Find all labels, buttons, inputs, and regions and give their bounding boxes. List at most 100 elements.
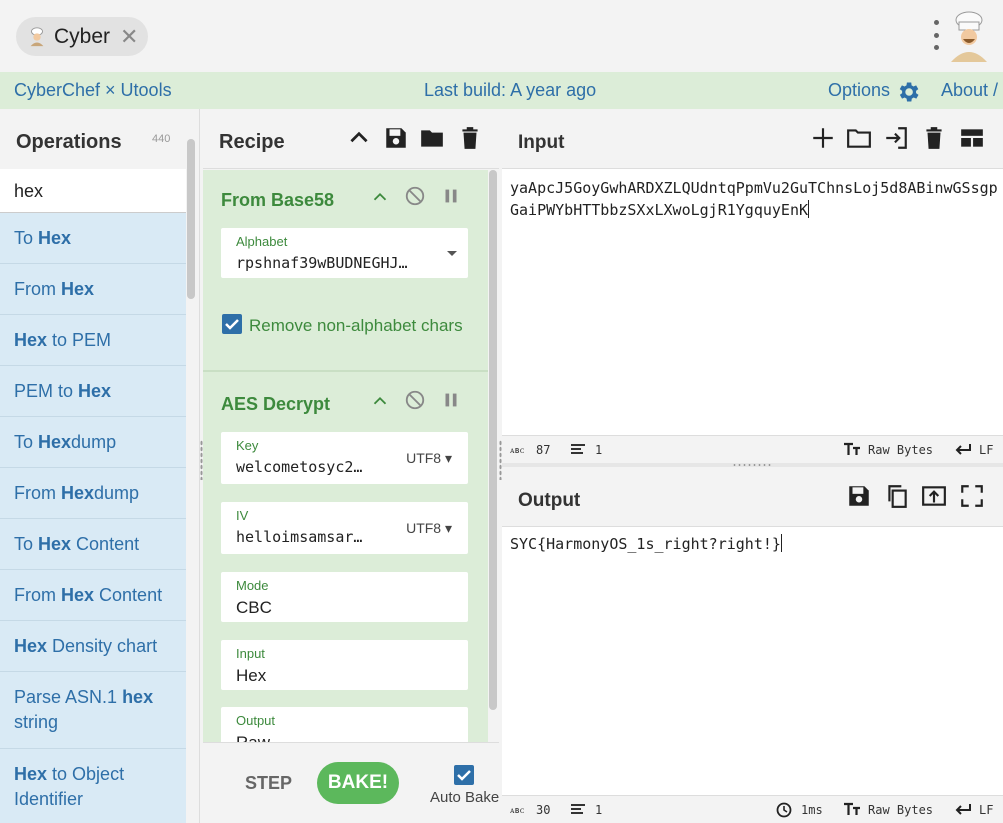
input-format-status[interactable]: Raw Bytes xyxy=(868,443,933,457)
chef-icon xyxy=(30,26,44,46)
operation-item[interactable]: From Hex xyxy=(0,264,186,315)
chevron-up-icon[interactable] xyxy=(369,390,391,412)
eol-icon[interactable] xyxy=(954,802,972,816)
operations-count: 440 xyxy=(152,133,171,145)
window-tab[interactable]: Cyber ✕ xyxy=(16,17,148,56)
output-char-count: 30 xyxy=(536,803,551,817)
operations-scrollbar[interactable] xyxy=(187,139,195,299)
folder-icon[interactable] xyxy=(419,125,445,151)
output-status-bar: ᴀʙᴄ 30 1 1ms Raw Bytes LF xyxy=(502,795,1003,823)
char-count-icon: ᴀʙᴄ xyxy=(510,806,525,816)
chevron-up-icon[interactable] xyxy=(346,125,372,151)
output-format-field[interactable]: Output Raw xyxy=(221,707,468,742)
disable-icon[interactable] xyxy=(404,389,426,411)
operations-panel: Operations 440 hex To Hex From Hex Hex to … xyxy=(0,109,200,823)
recipe-controls: STEP BAKE! Auto Bake xyxy=(203,742,499,823)
output-eol-status[interactable]: LF xyxy=(979,803,993,817)
operations-header: Operations 440 xyxy=(0,109,199,169)
gear-icon[interactable] xyxy=(895,79,921,105)
disable-icon[interactable] xyxy=(404,185,426,207)
alphabet-field[interactable]: Alphabet rpshnaf39wBUDNEGHJ… xyxy=(221,228,468,278)
operation-item-label: From Hexdump xyxy=(14,482,140,503)
maximize-icon[interactable] xyxy=(959,483,985,509)
eol-icon[interactable] xyxy=(954,442,972,456)
cyberchef-app: Cyber ✕ CyberChef × Utools Last build: A… xyxy=(0,0,1003,823)
text-format-icon[interactable] xyxy=(843,802,861,816)
move-to-input-icon[interactable] xyxy=(921,483,947,509)
open-folder-icon[interactable] xyxy=(846,125,872,151)
operation-item[interactable]: To Hex xyxy=(0,213,186,264)
operation-item[interactable]: Hex Density chart xyxy=(0,621,186,672)
operations-search-input[interactable]: hex xyxy=(0,169,186,213)
iv-field[interactable]: IV helloimsamsar… UTF8 ▾ xyxy=(221,502,468,554)
chef-avatar-icon[interactable] xyxy=(945,10,993,62)
open-file-icon[interactable] xyxy=(883,125,909,151)
copy-icon[interactable] xyxy=(884,483,910,509)
operation-item[interactable]: To Hexdump xyxy=(0,417,186,468)
operations-title: Operations xyxy=(16,131,122,153)
input-format-field[interactable]: Input Hex xyxy=(221,640,468,690)
remove-non-alphabet-checkbox[interactable] xyxy=(222,314,242,334)
output-bake-time: 1ms xyxy=(801,803,823,817)
recipe-scrollbar[interactable] xyxy=(488,170,498,742)
output-format-status[interactable]: Raw Bytes xyxy=(868,803,933,817)
operation-item[interactable]: Hex to PEM xyxy=(0,315,186,366)
iv-encoding-value: UTF8 xyxy=(406,520,442,536)
add-icon[interactable] xyxy=(810,125,836,151)
output-format-value[interactable]: Raw xyxy=(236,733,270,742)
operation-item-label: To Hexdump xyxy=(14,431,117,452)
trash-icon[interactable] xyxy=(921,125,947,151)
alphabet-label: Alphabet xyxy=(236,234,288,249)
key-encoding-select[interactable]: UTF8 ▾ xyxy=(406,450,452,467)
recipe-title: Recipe xyxy=(219,131,285,153)
mode-field[interactable]: Mode CBC xyxy=(221,572,468,622)
input-eol-status[interactable]: LF xyxy=(979,443,993,457)
close-icon[interactable]: ✕ xyxy=(120,25,138,48)
recipe-body: From Base58 Alphabet rpshnaf39wBUDNEGHJ…… xyxy=(203,170,489,742)
trash-icon[interactable] xyxy=(457,125,483,151)
operation-item[interactable]: To Hex Content xyxy=(0,519,186,570)
layout-icon[interactable] xyxy=(959,125,985,151)
app-name-link[interactable]: CyberChef × Utools xyxy=(14,80,172,101)
options-link[interactable]: Options xyxy=(828,80,890,101)
pause-icon[interactable] xyxy=(440,185,462,207)
iv-value[interactable]: helloimsamsar… xyxy=(236,528,381,546)
input-title: Input xyxy=(518,132,565,153)
bake-button[interactable]: BAKE! xyxy=(317,762,399,804)
output-textarea[interactable]: SYC{HarmonyOS_1s_right?right!} xyxy=(510,533,1000,555)
step-button[interactable]: STEP xyxy=(245,773,292,794)
save-icon[interactable] xyxy=(383,125,409,151)
dropdown-arrow-icon[interactable] xyxy=(444,246,460,260)
operation-item[interactable]: From Hex Content xyxy=(0,570,186,621)
chevron-up-icon[interactable] xyxy=(369,186,391,208)
alphabet-value[interactable]: rpshnaf39wBUDNEGHJ… xyxy=(236,254,426,272)
clock-icon xyxy=(776,802,792,818)
operation-item-label: To Hex xyxy=(14,227,72,248)
input-text: yaApcJ5GoyGwhARDXZLQUdntqPpmVu2GuTChnsLo… xyxy=(510,179,998,219)
auto-bake-checkbox[interactable] xyxy=(454,765,474,785)
mode-value[interactable]: CBC xyxy=(236,598,272,618)
key-value[interactable]: welcometosyc2… xyxy=(236,458,381,476)
iv-encoding-select[interactable]: UTF8 ▾ xyxy=(406,520,452,537)
iv-label: IV xyxy=(236,508,249,523)
text-format-icon[interactable] xyxy=(843,442,861,456)
key-field[interactable]: Key welcometosyc2… UTF8 ▾ xyxy=(221,432,468,484)
operation-item[interactable]: Hex to Object Identifier xyxy=(0,749,186,823)
input-format-value[interactable]: Hex xyxy=(236,666,266,686)
info-banner: CyberChef × Utools Last build: A year ag… xyxy=(0,72,1003,109)
char-count-icon: ᴀʙᴄ xyxy=(510,446,525,456)
build-info[interactable]: Last build: A year ago xyxy=(424,80,596,101)
lines-icon xyxy=(571,804,585,814)
title-bar: Cyber ✕ xyxy=(0,0,1003,72)
operation-item[interactable]: PEM to Hex xyxy=(0,366,186,417)
input-line-count: 1 xyxy=(595,443,603,457)
more-menu-icon[interactable] xyxy=(930,20,942,50)
operation-item[interactable]: Parse ASN.1 hex string xyxy=(0,672,186,749)
pause-icon[interactable] xyxy=(440,389,462,411)
save-icon[interactable] xyxy=(846,483,872,509)
operation-item[interactable]: From Hexdump xyxy=(0,468,186,519)
input-textarea[interactable]: yaApcJ5GoyGwhARDXZLQUdntqPpmVu2GuTChnsLo… xyxy=(510,177,1000,221)
about-link[interactable]: About / xyxy=(941,80,998,101)
operation-item-label: From Hex Content xyxy=(14,584,163,605)
operation-item-label: Hex to Object Identifier xyxy=(14,764,125,809)
